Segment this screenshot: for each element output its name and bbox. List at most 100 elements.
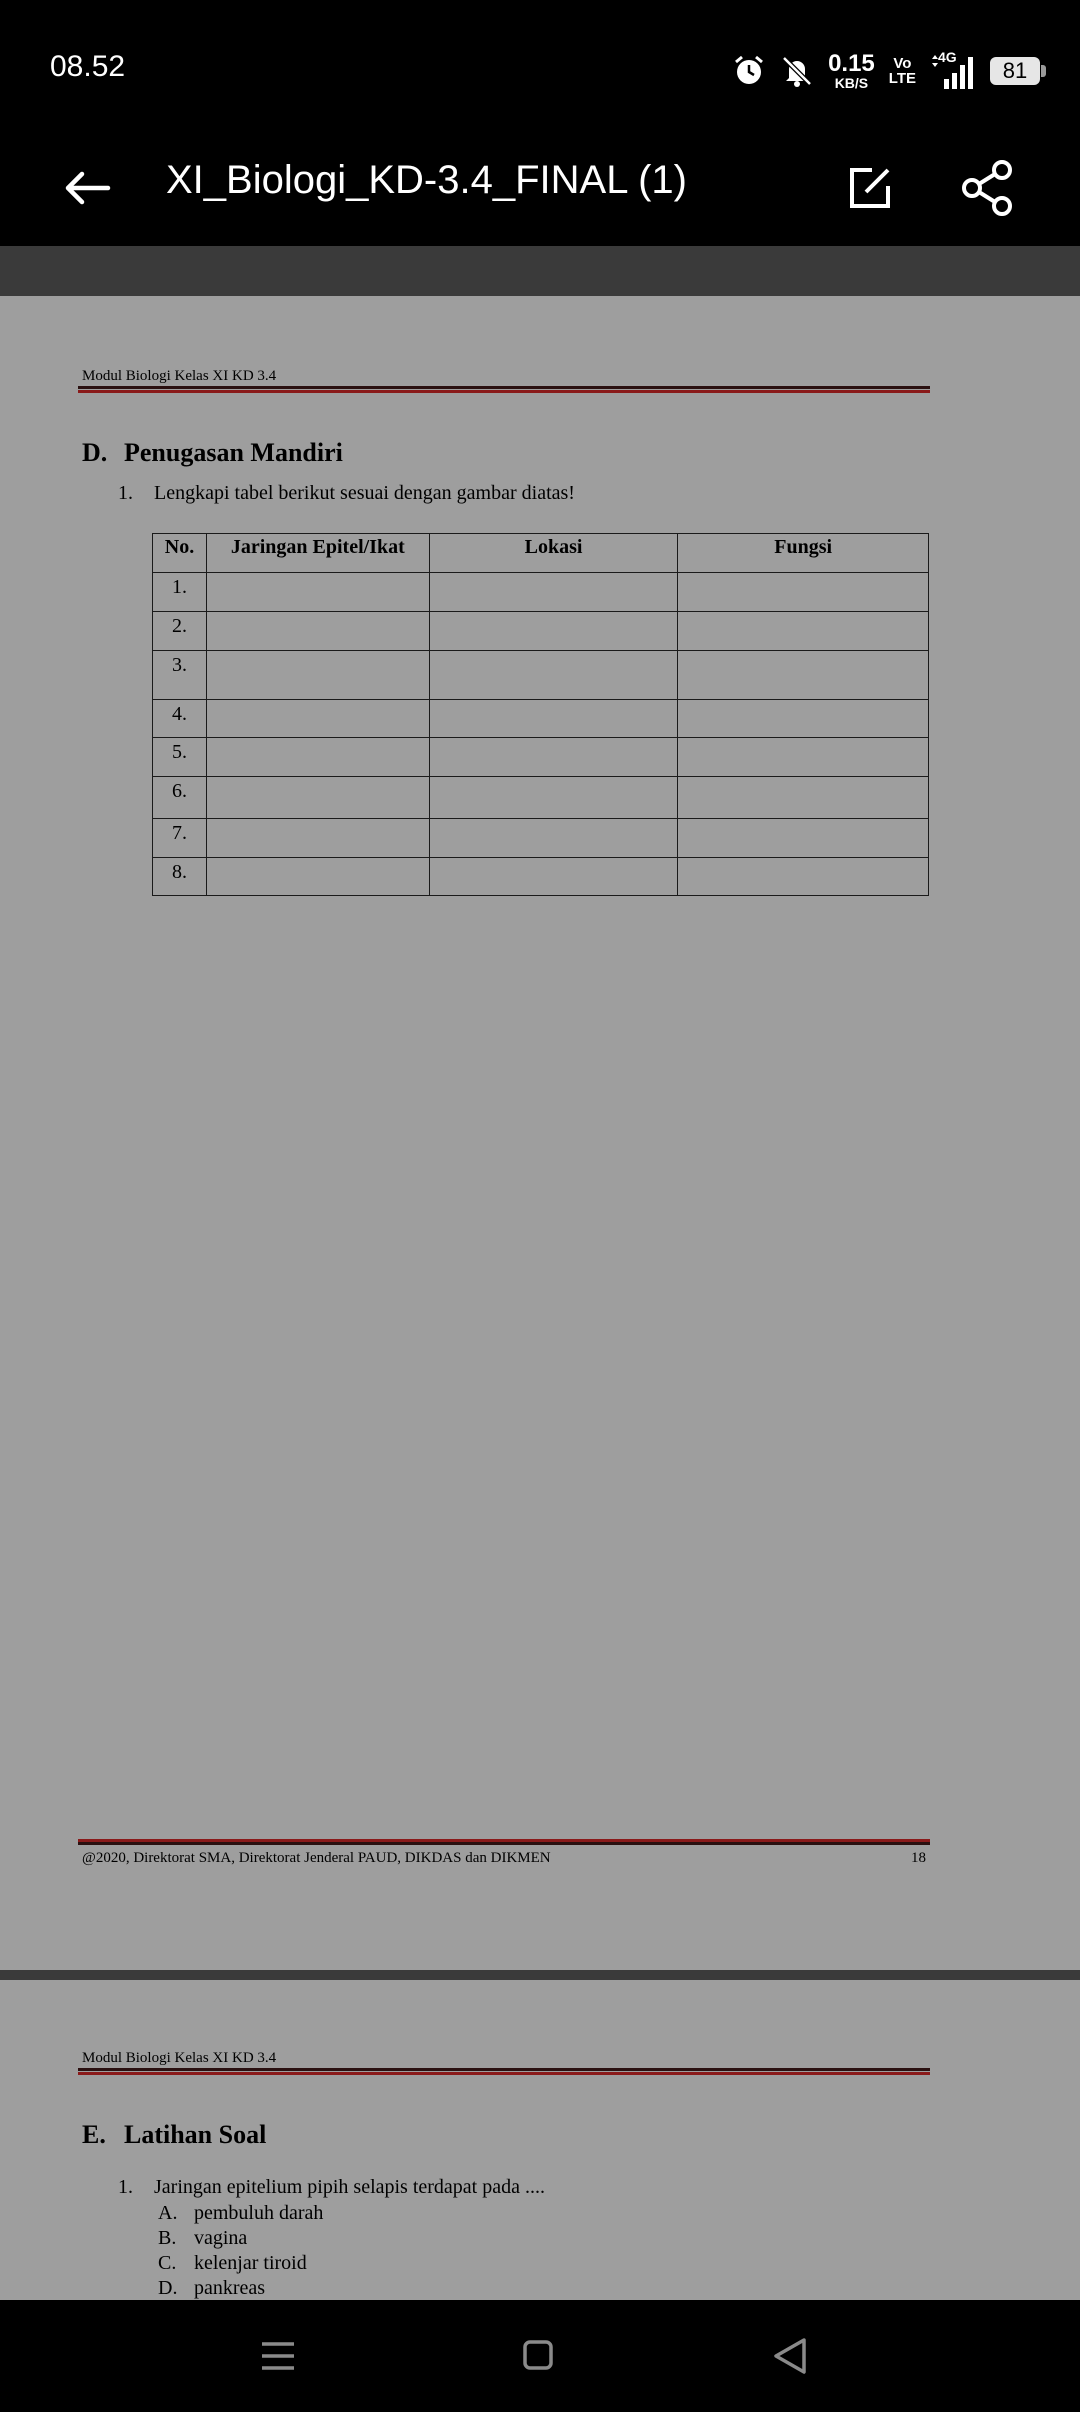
signal-icon: 4G <box>930 49 976 91</box>
answer-option: C. kelenjar tiroid <box>158 2252 307 2275</box>
battery-indicator: 81 <box>990 57 1046 85</box>
section-letter: D. <box>82 438 108 467</box>
table-cell <box>677 572 929 612</box>
table-cell <box>677 737 929 777</box>
table-cell <box>205 818 430 858</box>
document-page: Modul Biologi Kelas XI KD 3.4 D. Penugasa… <box>0 296 1080 1970</box>
table-cell <box>428 650 679 700</box>
document-viewer[interactable]: Modul Biologi Kelas XI KD 3.4 D. Penugasa… <box>0 246 1080 2300</box>
item-text: Lengkapi tabel berikut sesuai dengan gam… <box>154 482 575 504</box>
edit-icon <box>850 168 890 208</box>
footer-rule <box>78 1838 930 1845</box>
row-number: 1. <box>152 572 207 612</box>
app-bar: XI_Biologi_KD-3.4_FINAL (1) <box>0 128 1080 246</box>
table-cell <box>677 699 929 738</box>
table-cell <box>428 857 679 896</box>
option-text: pembuluh darah <box>194 2202 324 2224</box>
option-text: pankreas <box>194 2277 266 2299</box>
table-cell <box>205 611 430 651</box>
recent-apps-button[interactable] <box>248 2330 308 2382</box>
question-item: 1. Jaringan epitelium pipih selapis terda… <box>118 2176 545 2199</box>
option-letter: C. <box>158 2252 177 2274</box>
header-rule <box>78 2068 930 2075</box>
back-button[interactable] <box>58 158 118 218</box>
volte-indicator: Vo LTE <box>889 56 916 86</box>
battery-level: 81 <box>1002 58 1028 83</box>
back-nav-button[interactable] <box>762 2330 822 2382</box>
question-text: Jaringan epitelium pipih selapis terdapa… <box>154 2176 545 2198</box>
section-title: D. Penugasan Mandiri <box>82 438 343 468</box>
page-header: Modul Biologi Kelas XI KD 3.4 <box>82 2050 277 2066</box>
option-letter: D. <box>158 2277 178 2299</box>
answer-option: B. vagina <box>158 2227 247 2250</box>
table-cell <box>428 818 679 858</box>
net-speed-unit: KB/S <box>834 75 869 91</box>
network-type: 4G <box>938 49 957 65</box>
back-triangle-icon <box>774 2338 806 2374</box>
column-header-no: No. <box>152 533 207 573</box>
section-title-text: Latihan Soal <box>124 2120 267 2149</box>
status-time: 08.52 <box>50 50 126 83</box>
alarm-icon <box>732 54 766 88</box>
option-text: vagina <box>194 2227 248 2249</box>
option-text: kelenjar tiroid <box>194 2252 307 2274</box>
answer-option: A. pembuluh darah <box>158 2202 323 2225</box>
table-cell <box>428 572 679 612</box>
row-number: 6. <box>152 776 207 819</box>
header-rule <box>78 386 930 393</box>
table-row: 2. <box>152 611 929 651</box>
row-number: 5. <box>152 737 207 777</box>
share-icon <box>962 160 1012 216</box>
back-arrow-icon <box>65 171 111 205</box>
home-button[interactable] <box>508 2330 568 2382</box>
status-icons: 0.15 KB/S Vo LTE 4G 81 <box>732 48 1046 94</box>
table-cell <box>428 776 679 819</box>
table-cell <box>677 611 929 651</box>
question-number: 1. <box>118 2176 133 2198</box>
share-button[interactable] <box>958 158 1018 218</box>
item-number: 1. <box>118 482 133 504</box>
table-cell <box>677 818 929 858</box>
table-cell <box>205 572 430 612</box>
table-cell <box>428 611 679 651</box>
table-cell <box>205 857 430 896</box>
table-cell <box>205 776 430 819</box>
table-row: 5. <box>152 737 929 777</box>
page-footer: @2020, Direktorat SMA, Direktorat Jender… <box>82 1850 551 1866</box>
network-speed: 0.15 KB/S <box>828 50 875 91</box>
volte-bottom: LTE <box>888 70 916 87</box>
table-row: 3. <box>152 650 929 700</box>
bell-off-icon <box>780 54 814 88</box>
status-bar: 08.52 0.15 KB/S Vo LTE 4G 81 <box>0 0 1080 128</box>
table-cell <box>677 650 929 700</box>
table-row: 6. <box>152 776 929 819</box>
table-cell <box>205 737 430 777</box>
table-cell <box>205 699 430 738</box>
table-cell <box>677 857 929 896</box>
page-number: 18 <box>911 1850 926 1866</box>
table-cell <box>428 737 679 777</box>
table-row: 1. <box>152 572 929 612</box>
section-title: E. Latihan Soal <box>82 2120 266 2150</box>
option-letter: A. <box>158 2202 178 2224</box>
row-number: 2. <box>152 611 207 651</box>
table-header-row: No. Jaringan Epitel/Ikat Lokasi Fungsi <box>152 533 929 573</box>
answer-option: D. pankreas <box>158 2277 265 2300</box>
navigation-bar <box>0 2300 1080 2412</box>
table-cell <box>677 776 929 819</box>
table-row: 8. <box>152 857 929 896</box>
menu-icon <box>262 2342 294 2370</box>
edit-button[interactable] <box>840 158 900 218</box>
net-speed-value: 0.15 <box>828 50 875 77</box>
option-letter: B. <box>158 2227 177 2249</box>
document-page: Modul Biologi Kelas XI KD 3.4 E. Latihan … <box>0 1980 1080 2300</box>
instruction-item: 1. Lengkapi tabel berikut sesuai dengan g… <box>118 482 575 505</box>
task-table: No. Jaringan Epitel/Ikat Lokasi Fungsi 1… <box>152 533 929 896</box>
row-number: 3. <box>152 650 207 700</box>
row-number: 7. <box>152 818 207 858</box>
column-header-jaringan: Jaringan Epitel/Ikat <box>205 533 430 573</box>
table-cell <box>205 650 430 700</box>
volte-top: Vo <box>893 55 912 72</box>
home-icon <box>523 2340 553 2370</box>
document-title: XI_Biologi_KD-3.4_FINAL (1) <box>166 158 687 202</box>
